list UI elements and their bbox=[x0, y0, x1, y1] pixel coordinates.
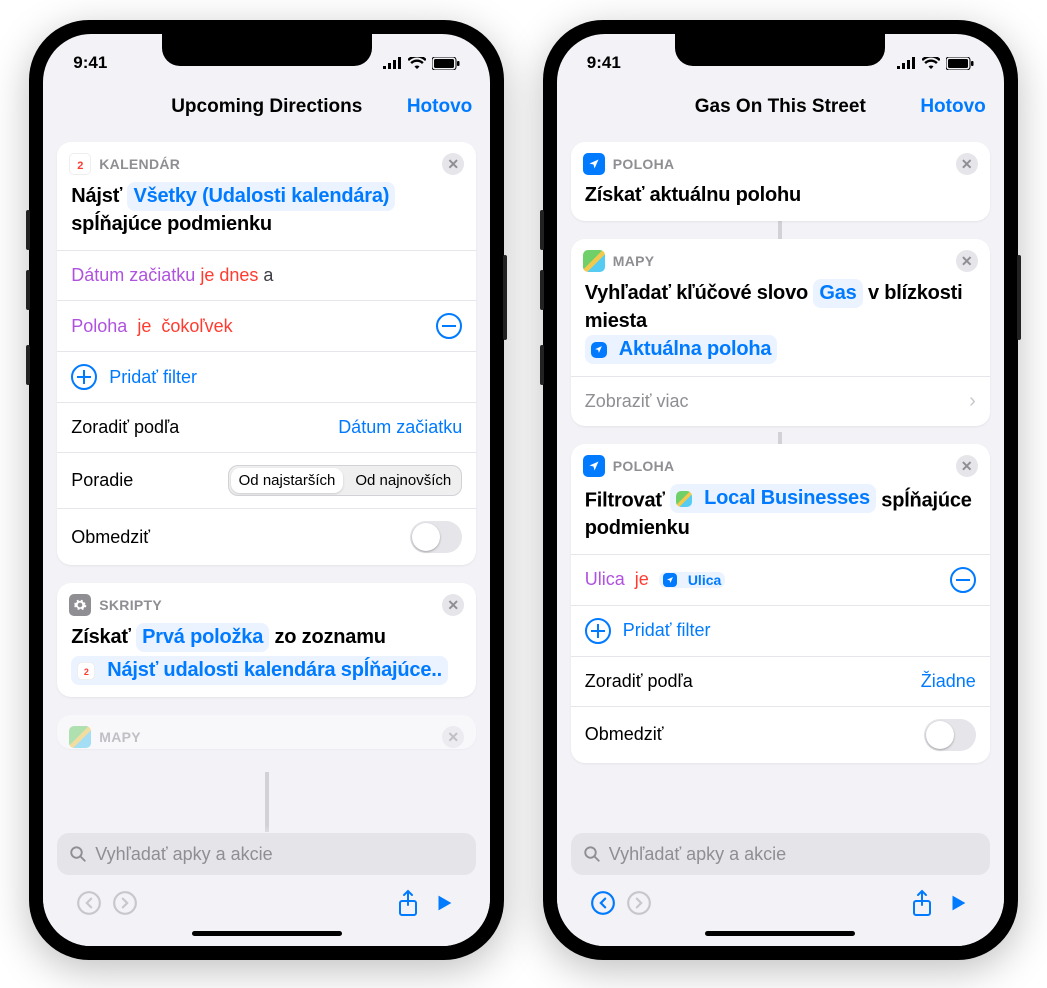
limit-row: Obmedziť bbox=[571, 706, 990, 763]
redo-button[interactable] bbox=[621, 885, 657, 921]
battery-icon bbox=[432, 57, 460, 70]
remove-action-button[interactable]: ✕ bbox=[956, 455, 978, 477]
chip-street[interactable]: Ulica bbox=[659, 572, 725, 588]
phone-left: 9:41 Upcoming Directions Hotovo 2 KALEND… bbox=[29, 20, 504, 960]
maps-icon bbox=[676, 491, 692, 507]
maps-icon bbox=[69, 726, 91, 748]
param-pill-current-location[interactable]: Aktuálna poloha bbox=[585, 335, 778, 364]
notch bbox=[162, 34, 372, 66]
status-time: 9:41 bbox=[73, 53, 107, 73]
connector-line bbox=[265, 772, 269, 832]
order-newest[interactable]: Od najnovších bbox=[345, 466, 461, 495]
plus-icon bbox=[71, 364, 97, 390]
action-card-maps: MAPY ✕ bbox=[57, 715, 476, 749]
action-card-get-item: SKRIPTY ✕ Získať Prvá položka zo zoznamu… bbox=[57, 583, 476, 697]
add-filter-button[interactable]: Pridať filter bbox=[57, 351, 476, 402]
title-text: Nájsť bbox=[71, 185, 122, 207]
plus-icon bbox=[585, 618, 611, 644]
sort-by-row[interactable]: Zoradiť podľa Dátum začiatku bbox=[57, 402, 476, 452]
wifi-icon bbox=[408, 57, 426, 69]
location-icon bbox=[591, 342, 607, 358]
filter-row-location[interactable]: Poloha je čokoľvek bbox=[57, 300, 476, 351]
location-icon bbox=[663, 573, 677, 587]
run-button[interactable] bbox=[940, 885, 976, 921]
app-label: MAPY bbox=[613, 253, 655, 269]
sort-by-value[interactable]: Žiadne bbox=[921, 671, 976, 692]
nav-title: Gas On This Street bbox=[695, 96, 866, 118]
app-label: POLOHA bbox=[613, 156, 675, 172]
location-icon bbox=[583, 153, 605, 175]
phone-right: 9:41 Gas On This Street Hotovo POLOHA ✕ … bbox=[543, 20, 1018, 960]
limit-switch[interactable] bbox=[924, 719, 976, 751]
param-pill-gas[interactable]: Gas bbox=[813, 279, 862, 308]
gear-icon bbox=[69, 594, 91, 616]
filter-row-start-date[interactable]: Dátum začiatku je dnes a bbox=[57, 250, 476, 300]
home-indicator[interactable] bbox=[192, 931, 342, 936]
calendar-icon: 2 bbox=[77, 662, 95, 680]
remove-filter-button[interactable] bbox=[436, 313, 462, 339]
order-row: Poradie Od najstarších Od najnovších bbox=[57, 452, 476, 508]
search-input[interactable]: Vyhľadať apky a akcie bbox=[57, 833, 476, 875]
filter-row-street[interactable]: Ulica je Ulica bbox=[571, 554, 990, 605]
remove-action-button[interactable]: ✕ bbox=[442, 726, 464, 748]
search-placeholder: Vyhľadať apky a akcie bbox=[95, 844, 272, 865]
notch bbox=[675, 34, 885, 66]
app-label: SKRIPTY bbox=[99, 597, 162, 613]
app-label: MAPY bbox=[99, 729, 141, 745]
sort-by-value[interactable]: Dátum začiatku bbox=[338, 417, 462, 438]
remove-action-button[interactable]: ✕ bbox=[442, 153, 464, 175]
cellular-icon bbox=[896, 57, 916, 69]
action-card-filter-businesses: POLOHA ✕ Filtrovať Local Businesses spĺň… bbox=[571, 444, 990, 763]
search-icon bbox=[583, 845, 601, 863]
param-pill-all-events[interactable]: Všetky (Udalosti kalendára) bbox=[127, 182, 395, 211]
remove-action-button[interactable]: ✕ bbox=[956, 153, 978, 175]
app-label: KALENDÁR bbox=[99, 156, 180, 172]
status-time: 9:41 bbox=[587, 53, 621, 73]
calendar-icon: 2 bbox=[69, 153, 91, 175]
share-button[interactable] bbox=[390, 885, 426, 921]
done-button[interactable]: Hotovo bbox=[920, 96, 985, 118]
wifi-icon bbox=[922, 57, 940, 69]
add-filter-button[interactable]: Pridať filter bbox=[571, 605, 990, 656]
chevron-right-icon: › bbox=[969, 390, 976, 413]
sort-by-row[interactable]: Zoradiť podľa Žiadne bbox=[571, 656, 990, 706]
search-placeholder: Vyhľadať apky a akcie bbox=[609, 844, 786, 865]
show-more-button[interactable]: Zobraziť viac › bbox=[571, 376, 990, 426]
home-indicator[interactable] bbox=[705, 931, 855, 936]
limit-row: Obmedziť bbox=[57, 508, 476, 565]
remove-action-button[interactable]: ✕ bbox=[442, 594, 464, 616]
cellular-icon bbox=[382, 57, 402, 69]
share-button[interactable] bbox=[904, 885, 940, 921]
location-icon bbox=[583, 455, 605, 477]
app-label: POLOHA bbox=[613, 458, 675, 474]
remove-filter-button[interactable] bbox=[950, 567, 976, 593]
limit-switch[interactable] bbox=[410, 521, 462, 553]
title-text: spĺňajúce podmienku bbox=[71, 213, 272, 235]
nav-bar: Gas On This Street Hotovo bbox=[557, 82, 1004, 132]
done-button[interactable]: Hotovo bbox=[407, 96, 472, 118]
nav-bar: Upcoming Directions Hotovo bbox=[43, 82, 490, 132]
search-icon bbox=[69, 845, 87, 863]
action-card-current-location: POLOHA ✕ Získať aktuálnu polohu bbox=[571, 142, 990, 221]
undo-button[interactable] bbox=[71, 885, 107, 921]
redo-button[interactable] bbox=[107, 885, 143, 921]
param-pill-first-item[interactable]: Prvá položka bbox=[136, 623, 269, 652]
action-card-find-calendar: 2 KALENDÁR ✕ Nájsť Všetky (Udalosti kale… bbox=[57, 142, 476, 565]
maps-icon bbox=[583, 250, 605, 272]
search-input[interactable]: Vyhľadať apky a akcie bbox=[571, 833, 990, 875]
order-oldest[interactable]: Od najstarších bbox=[231, 468, 344, 493]
remove-action-button[interactable]: ✕ bbox=[956, 250, 978, 272]
nav-title: Upcoming Directions bbox=[171, 96, 362, 118]
action-card-search-maps: MAPY ✕ Vyhľadať kľúčové slovo Gas v blíz… bbox=[571, 239, 990, 426]
order-segmented[interactable]: Od najstarších Od najnovších bbox=[228, 465, 463, 496]
battery-icon bbox=[946, 57, 974, 70]
run-button[interactable] bbox=[426, 885, 462, 921]
undo-button[interactable] bbox=[585, 885, 621, 921]
param-pill-local-businesses[interactable]: Local Businesses bbox=[670, 484, 876, 513]
param-pill-find-events[interactable]: 2 Nájsť udalosti kalendára spĺňajúce.. bbox=[71, 656, 448, 685]
